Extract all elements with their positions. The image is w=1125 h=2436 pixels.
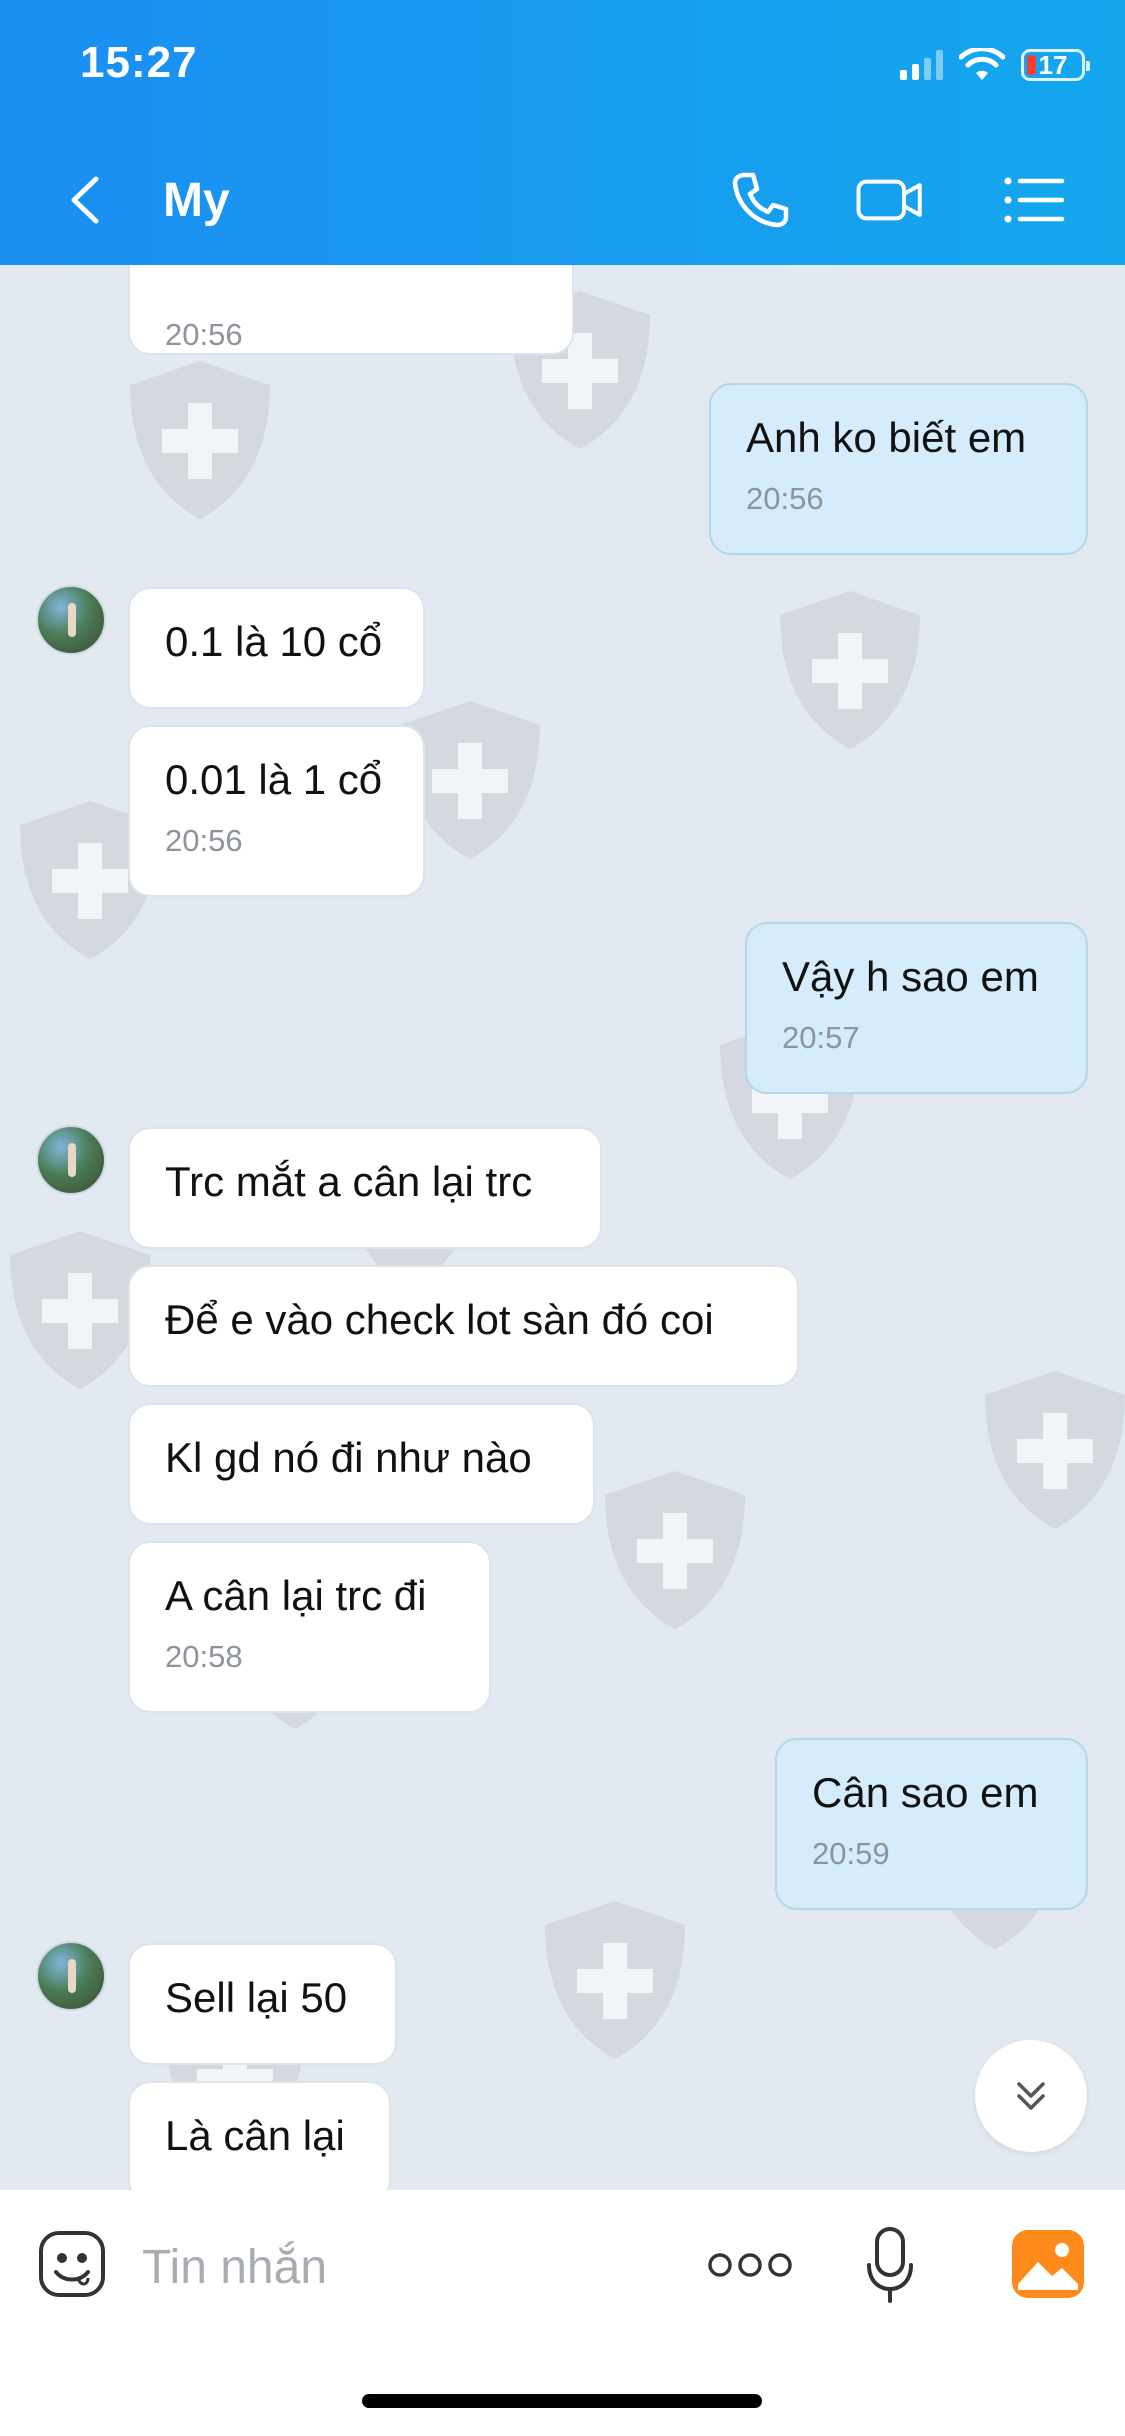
incoming-message-bubble[interactable]: Kl gd nó đi như nào — [128, 1403, 595, 1525]
message-time: 20:56 — [165, 823, 243, 859]
message-text: Sell lại 50 — [165, 1974, 348, 2021]
battery-icon: 17 — [1021, 49, 1090, 81]
shield-watermark-icon — [605, 1471, 745, 1629]
incoming-message-bubble[interactable]: Để e vào check lot sàn đó coi — [128, 1265, 799, 1387]
battery-level: 17 — [1038, 49, 1068, 80]
message-time: 20:58 — [165, 1639, 243, 1675]
message-time: 20:57 — [782, 1020, 860, 1056]
message-text: Cân sao em — [812, 1769, 1039, 1816]
status-time: 15:27 — [80, 38, 198, 87]
shield-watermark-icon — [985, 1371, 1125, 1529]
shield-watermark-icon — [545, 1901, 685, 2059]
chat-header: My — [0, 135, 1125, 265]
list-menu-icon[interactable] — [1000, 165, 1070, 235]
more-dots-icon[interactable] — [705, 2245, 795, 2285]
message-text: Trc mắt a cân lại trc — [165, 1158, 533, 1205]
message-text: 0.1 là 10 cổ — [165, 618, 383, 665]
incoming-message-bubble[interactable]: Trc mắt a cân lại trc — [128, 1127, 602, 1249]
contact-name[interactable]: My — [163, 173, 230, 228]
shield-watermark-icon — [780, 591, 920, 749]
outgoing-message-bubble[interactable]: Cân sao em 20:59 — [775, 1738, 1088, 1910]
status-bar: 15:27 17 — [0, 0, 1125, 135]
shield-watermark-icon — [130, 361, 270, 519]
message-time: 20:56 — [165, 317, 243, 352]
cellular-signal-icon — [900, 50, 943, 80]
double-chevron-down-icon — [1017, 2082, 1045, 2110]
outgoing-message-bubble[interactable]: Vậy h sao em 20:57 — [745, 922, 1088, 1094]
incoming-message-bubble[interactable]: 0.1 là 10 cổ — [128, 587, 425, 709]
contact-avatar[interactable] — [36, 1125, 106, 1195]
incoming-message-bubble[interactable]: 20:56 — [128, 265, 574, 355]
message-input[interactable] — [140, 2226, 664, 2308]
scroll-to-bottom-button[interactable] — [975, 2040, 1087, 2152]
video-camera-icon[interactable] — [855, 165, 925, 235]
home-indicator — [362, 2394, 762, 2408]
message-time: 20:56 — [746, 481, 824, 517]
photo-icon[interactable] — [1010, 2228, 1086, 2300]
phone-icon[interactable] — [725, 165, 795, 235]
microphone-icon[interactable] — [865, 2225, 915, 2305]
message-text: Anh ko biết em — [746, 414, 1027, 461]
message-text: Kl gd nó đi như nào — [165, 1434, 532, 1481]
incoming-message-bubble[interactable]: 0.01 là 1 cổ 20:56 — [128, 725, 425, 897]
message-list[interactable]: 20:56 Anh ko biết em 20:56 0.1 là 10 cổ … — [0, 265, 1125, 2190]
message-text: A cân lại trc đi — [165, 1572, 427, 1619]
contact-avatar[interactable] — [36, 1941, 106, 2011]
message-text: Là cân lại — [165, 2112, 345, 2159]
sticker-icon[interactable] — [36, 2228, 108, 2300]
incoming-message-bubble[interactable]: Sell lại 50 — [128, 1943, 397, 2065]
wifi-icon — [959, 48, 1005, 80]
contact-avatar[interactable] — [36, 585, 106, 655]
incoming-message-bubble[interactable]: A cân lại trc đi 20:58 — [128, 1541, 491, 1713]
outgoing-message-bubble[interactable]: Anh ko biết em 20:56 — [709, 383, 1088, 555]
incoming-message-bubble[interactable]: Là cân lại — [128, 2081, 391, 2190]
message-text: Vậy h sao em — [782, 953, 1039, 1000]
chevron-left-icon[interactable] — [62, 173, 112, 227]
status-icons: 17 — [900, 48, 1090, 82]
message-text: Để e vào check lot sàn đó coi — [165, 1296, 714, 1343]
message-text: 0.01 là 1 cổ — [165, 756, 383, 803]
message-time: 20:59 — [812, 1836, 890, 1872]
